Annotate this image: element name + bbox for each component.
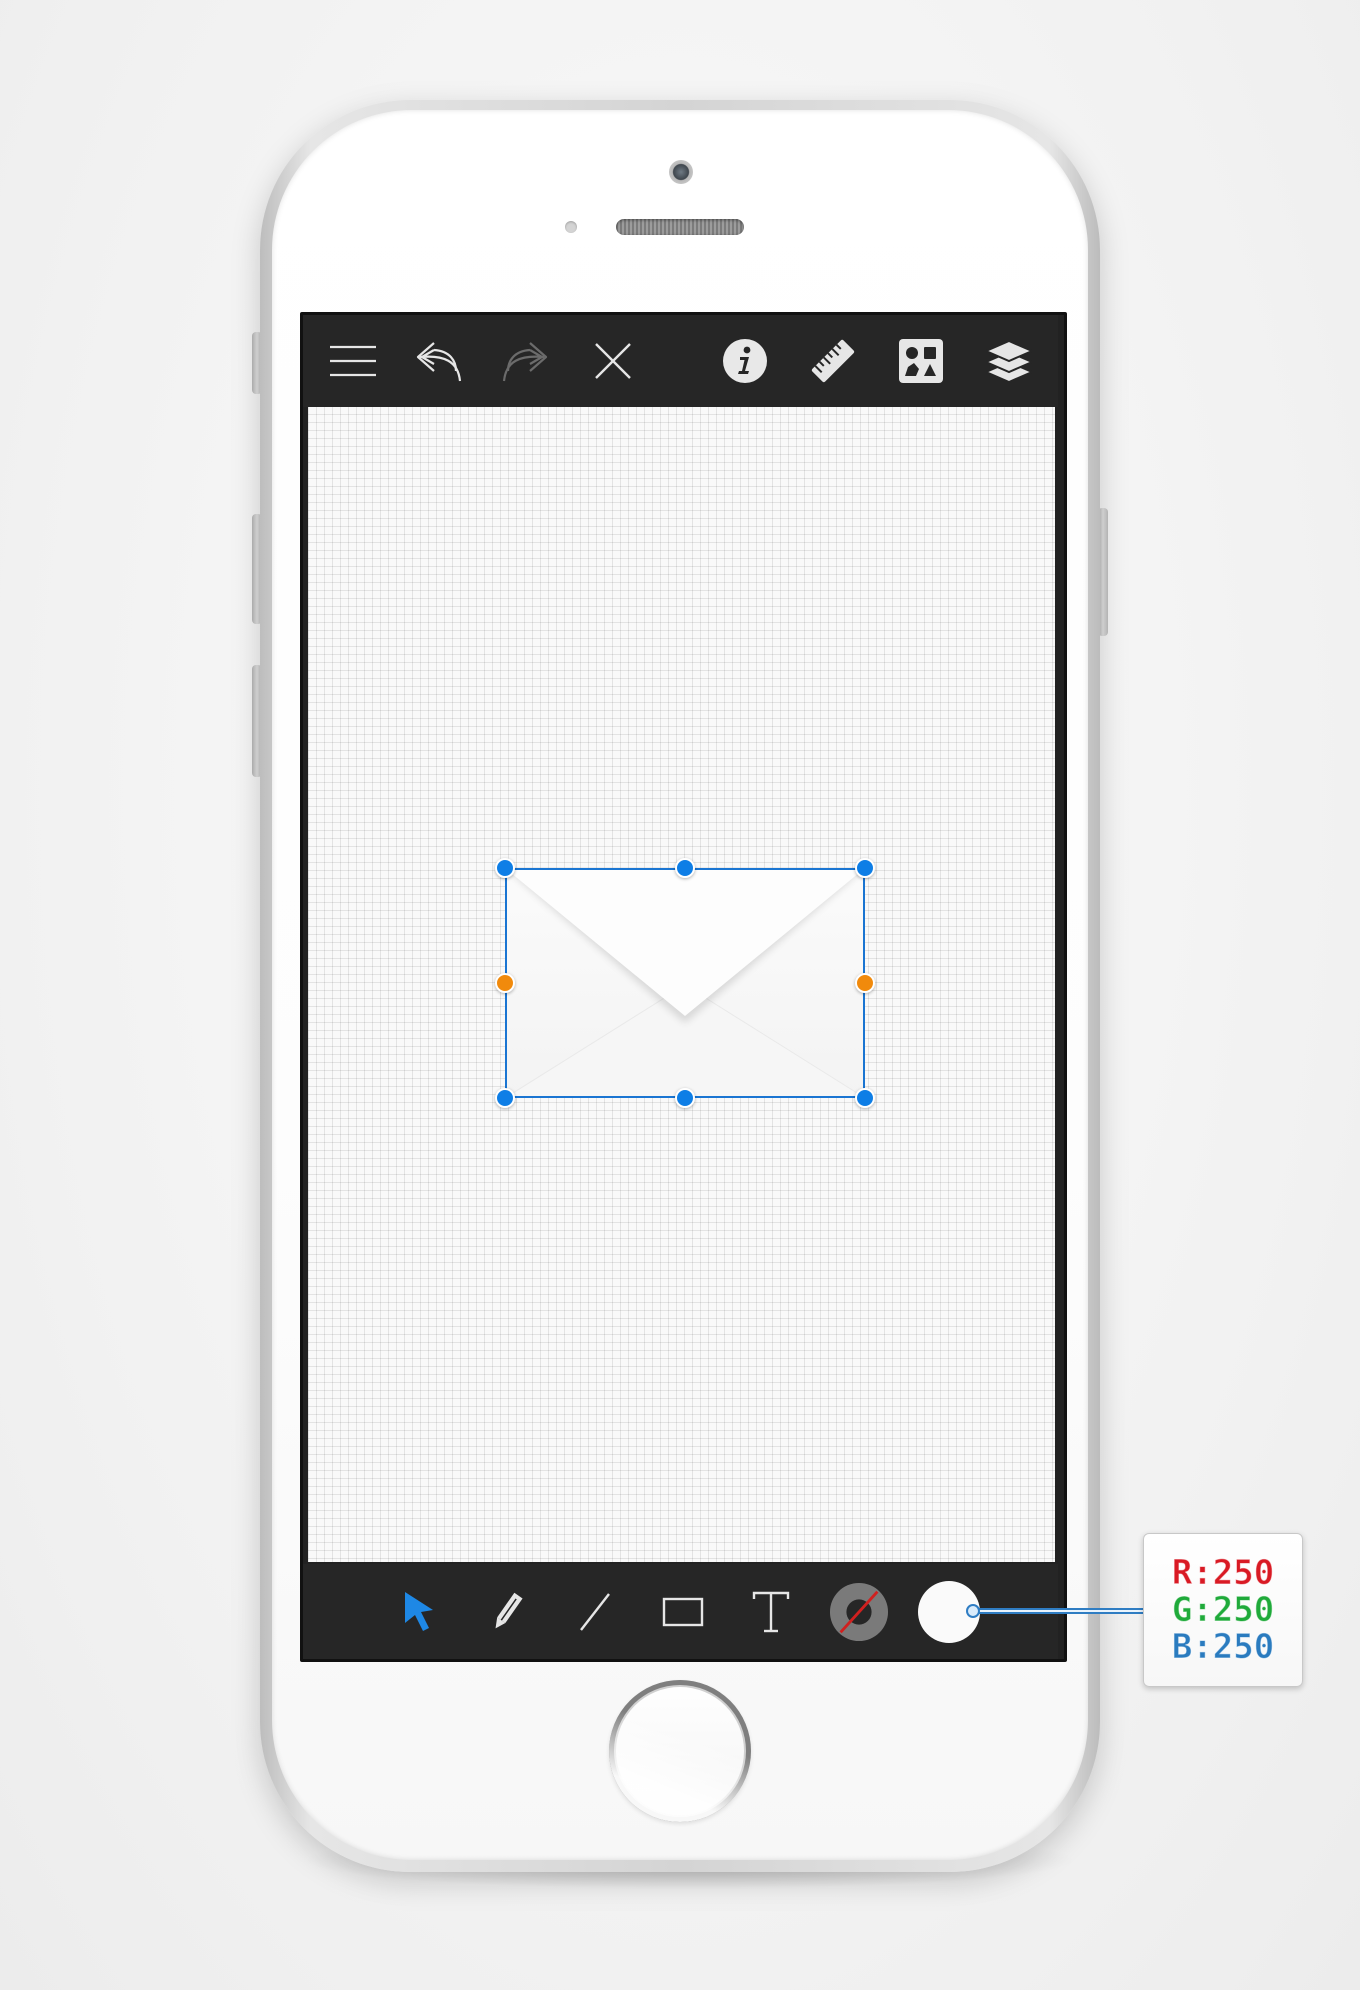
bottom-toolbar: [303, 1564, 1058, 1659]
blue-value-label: B:250: [1171, 1626, 1275, 1667]
line-tool-button[interactable]: [565, 1582, 625, 1642]
front-camera: [669, 160, 693, 184]
rectangle-icon: [662, 1597, 704, 1627]
resize-handle-top-left[interactable]: [495, 858, 515, 878]
layers-icon: [984, 339, 1034, 384]
selection-box: [505, 868, 865, 1098]
callout-anchor-dot: [966, 1604, 980, 1618]
cursor-icon: [405, 1592, 433, 1631]
shapes-icon: [899, 339, 943, 383]
resize-handle-bottom[interactable]: [675, 1088, 695, 1108]
red-value-label: R:250: [1171, 1552, 1275, 1593]
resize-handle-right[interactable]: [855, 973, 875, 993]
redo-button[interactable]: [495, 331, 555, 391]
undo-button[interactable]: [409, 331, 469, 391]
rgb-value-callout: R:250 G:250 B:250: [1143, 1533, 1303, 1687]
line-icon: [580, 1593, 610, 1631]
text-icon: [752, 1591, 790, 1633]
menu-button[interactable]: [323, 331, 383, 391]
proximity-sensor: [565, 221, 577, 233]
close-button[interactable]: [583, 331, 643, 391]
redo-icon: [502, 342, 548, 382]
ruler-button[interactable]: [803, 331, 863, 391]
text-tool-button[interactable]: [741, 1582, 801, 1642]
select-tool-button[interactable]: [389, 1582, 449, 1642]
info-icon: [723, 339, 767, 383]
layers-button[interactable]: [979, 331, 1039, 391]
earpiece-speaker: [616, 219, 744, 235]
resize-handle-top-right[interactable]: [855, 858, 875, 878]
info-button[interactable]: [715, 331, 775, 391]
resize-handle-top[interactable]: [675, 858, 695, 878]
menu-icon: [330, 345, 376, 377]
callout-connector: [970, 1608, 1145, 1614]
resize-handle-bottom-left[interactable]: [495, 1088, 515, 1108]
home-button[interactable]: [609, 1680, 751, 1822]
close-icon: [595, 343, 631, 379]
rectangle-tool-button[interactable]: [653, 1582, 713, 1642]
stroke-color-icon: [829, 1582, 889, 1642]
top-toolbar: [303, 315, 1058, 407]
resize-handle-bottom-right[interactable]: [855, 1088, 875, 1108]
undo-icon: [416, 342, 462, 382]
pencil-tool-button[interactable]: [477, 1582, 537, 1642]
stroke-color-button[interactable]: [829, 1582, 889, 1642]
ruler-icon: [811, 339, 855, 383]
pencil-icon: [495, 1592, 523, 1629]
resize-handle-left[interactable]: [495, 973, 515, 993]
green-value-label: G:250: [1171, 1589, 1275, 1630]
shapes-button[interactable]: [891, 331, 951, 391]
